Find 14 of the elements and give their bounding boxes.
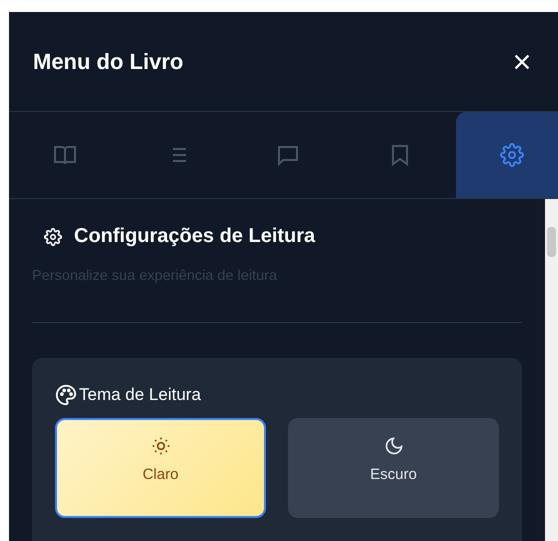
moon-icon — [384, 436, 404, 456]
scrollbar[interactable] — [545, 199, 558, 541]
settings-icon — [44, 228, 62, 246]
tab[interactable] — [456, 112, 558, 198]
theme-option[interactable]: Escuro — [288, 418, 499, 518]
speech-bubble-icon — [276, 143, 300, 167]
theme-title: Tema de Leitura — [79, 385, 201, 405]
settings-icon — [500, 143, 524, 167]
theme-option[interactable]: Claro — [55, 418, 266, 518]
section-title: Configurações de Leitura — [74, 225, 316, 248]
palette-icon — [55, 384, 77, 406]
book-icon — [52, 143, 77, 167]
sun-icon — [150, 436, 170, 456]
menu-title: Menu do Livro — [33, 48, 184, 74]
